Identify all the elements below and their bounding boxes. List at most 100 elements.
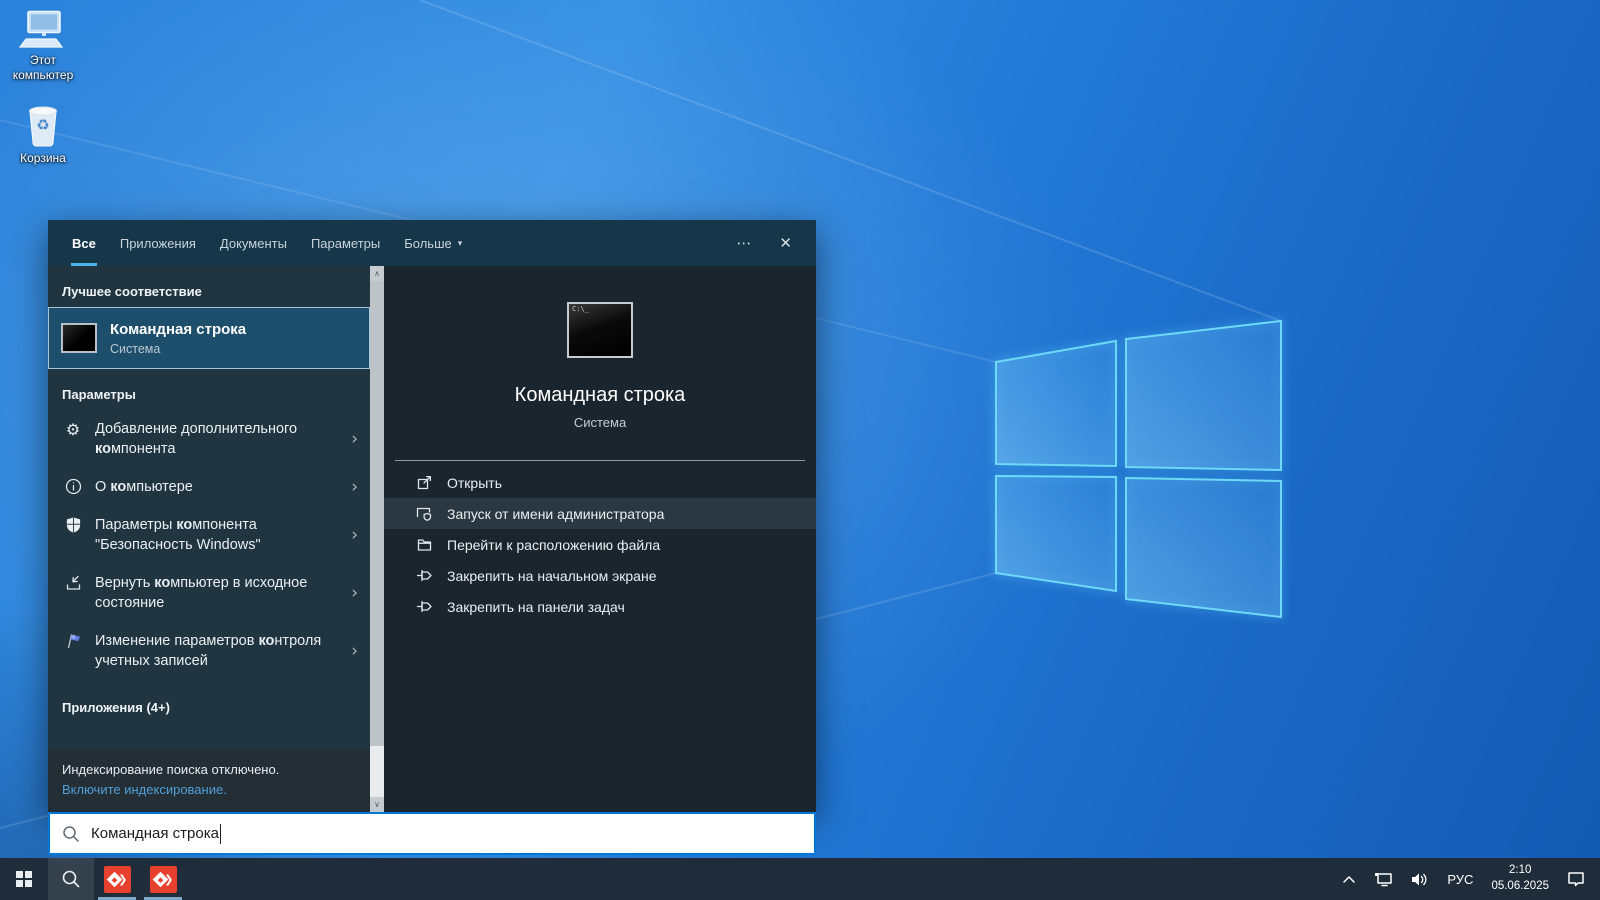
apps-header: Приложения (4+) [48,680,370,723]
text-caret [220,824,222,844]
action-pin-to-start[interactable]: Закрепить на начальном экране [384,560,816,591]
desktop-icon-label: Этот компьютер [0,53,86,83]
search-tabs: Все Приложения Документы Параметры Больш… [48,220,816,266]
command-prompt-icon-large: C:\_ [567,302,633,358]
security-shield-icon [62,516,84,534]
this-pc-icon [19,10,67,50]
pin-to-start-icon [414,567,434,584]
action-center-button[interactable] [1558,858,1594,900]
chevron-right-icon: ❯ [118,873,127,886]
settings-item-label: О компьютере [95,477,343,497]
tab-more[interactable]: Больше ▾ [392,220,474,266]
action-label: Перейти к расположению файла [447,537,660,553]
windows-logo-pane [996,476,1116,591]
start-button[interactable] [0,858,48,900]
desktop-icon-this-pc[interactable]: Этот компьютер [0,10,86,83]
settings-item-label: Добавление дополнительного компонента [95,419,343,459]
windows-logo-pane [1126,321,1281,470]
action-label: Закрепить на начальном экране [447,568,657,584]
tab-documents[interactable]: Документы [208,220,299,266]
recycle-symbol-icon: ♻ [36,116,49,134]
taskbar-app-button-2[interactable]: ❯ [140,858,186,900]
chevron-right-icon: › [351,479,358,496]
close-button[interactable]: ✕ [765,220,806,266]
scrollbar-track[interactable] [370,746,384,797]
settings-item-reset-pc[interactable]: Вернуть компьютер в исходное состояние › [48,564,370,622]
ethernet-icon [1374,872,1393,887]
tray-expand-button[interactable] [1333,858,1365,900]
taskbar-search-button[interactable] [48,858,94,900]
open-icon [414,474,434,491]
chevron-right-icon: › [351,643,358,660]
settings-item-add-component[interactable]: ⚙ Добавление дополнительного компонента … [48,410,370,468]
results-scrollbar[interactable]: ∧ ∨ [370,266,384,812]
red-app-icon: ❯ [104,866,131,893]
action-label: Закрепить на панели задач [447,599,625,615]
language-label: РУС [1447,872,1473,887]
action-label: Запуск от имени администратора [447,506,664,522]
tab-label: Параметры [311,236,380,251]
preview-divider [395,460,805,461]
settings-item-about-pc[interactable]: О компьютере › [48,468,370,506]
chevron-down-icon: ∨ [374,800,380,809]
tab-apps[interactable]: Приложения [108,220,208,266]
scrollbar-up-button[interactable]: ∧ [370,266,384,281]
close-icon: ✕ [779,234,792,252]
taskbar-app-button-1[interactable]: ❯ [94,858,140,900]
action-open[interactable]: Открыть [384,467,816,498]
tab-settings[interactable]: Параметры [299,220,392,266]
chevron-right-icon: › [351,431,358,448]
settings-item-windows-security[interactable]: Параметры компонента "Безопасность Windo… [48,506,370,564]
chevron-right-icon: › [351,527,358,544]
more-options-button[interactable]: ⋯ [722,220,765,266]
search-icon [61,869,81,889]
action-center-icon [1567,871,1585,887]
tab-label: Больше [404,236,452,251]
info-icon [62,478,84,495]
clock[interactable]: 2:10 05.06.2025 [1482,858,1558,900]
chevron-right-icon: ❯ [164,873,173,886]
search-input[interactable]: Командная строка [48,812,816,855]
language-indicator[interactable]: РУС [1438,858,1482,900]
best-match-subtitle: Система [110,342,246,356]
chevron-up-icon: ∧ [374,269,380,278]
action-run-as-admin[interactable]: Запуск от имени администратора [384,498,816,529]
search-query-text: Командная строка [91,825,219,842]
settings-item-label: Параметры компонента "Безопасность Windo… [95,515,343,555]
best-match-title: Командная строка [110,320,246,340]
command-prompt-icon [61,323,97,353]
uac-flag-icon [62,632,84,649]
chevron-right-icon: › [351,585,358,602]
run-as-admin-icon [414,505,434,522]
preview-title: Командная строка [515,384,686,407]
action-label: Открыть [447,475,502,491]
scrollbar-down-button[interactable]: ∨ [370,797,384,812]
command-prompt-text: C:\_ [572,305,589,313]
desktop-icon-recycle-bin[interactable]: ♻ Корзина [0,100,86,166]
gear-icon: ⚙ [62,420,84,440]
windows-logo-icon [16,871,32,887]
search-flyout: Все Приложения Документы Параметры Больш… [48,220,816,812]
enable-indexing-link[interactable]: Включите индексирование. [62,780,356,800]
speaker-icon [1411,872,1429,887]
action-open-file-location[interactable]: Перейти к расположению файла [384,529,816,560]
network-icon[interactable] [1365,858,1402,900]
settings-header: Параметры [48,369,370,410]
ellipsis-icon: ⋯ [736,234,751,252]
tab-label: Приложения [120,236,196,251]
action-pin-to-taskbar[interactable]: Закрепить на панели задач [384,591,816,622]
scrollbar-thumb[interactable] [370,281,384,746]
red-app-icon: ❯ [150,866,177,893]
preview-column: C:\_ Командная строка Система Открыть За… [384,266,816,812]
settings-item-uac[interactable]: Изменение параметров контроля учетных за… [48,622,370,680]
indexing-status-footer: Индексирование поиска отключено. Включит… [48,750,370,812]
best-match-header: Лучшее соответствие [48,276,370,307]
best-match-result[interactable]: Командная строка Система [48,307,370,369]
volume-icon[interactable] [1402,858,1438,900]
system-tray: РУС 2:10 05.06.2025 [1333,858,1600,900]
search-results-column: Лучшее соответствие Командная строка Сис… [48,266,370,812]
windows-logo-pane [1126,478,1281,617]
indexing-disabled-message: Индексирование поиска отключено. [62,761,356,779]
tab-all[interactable]: Все [60,220,108,266]
date-label: 05.06.2025 [1491,879,1549,895]
